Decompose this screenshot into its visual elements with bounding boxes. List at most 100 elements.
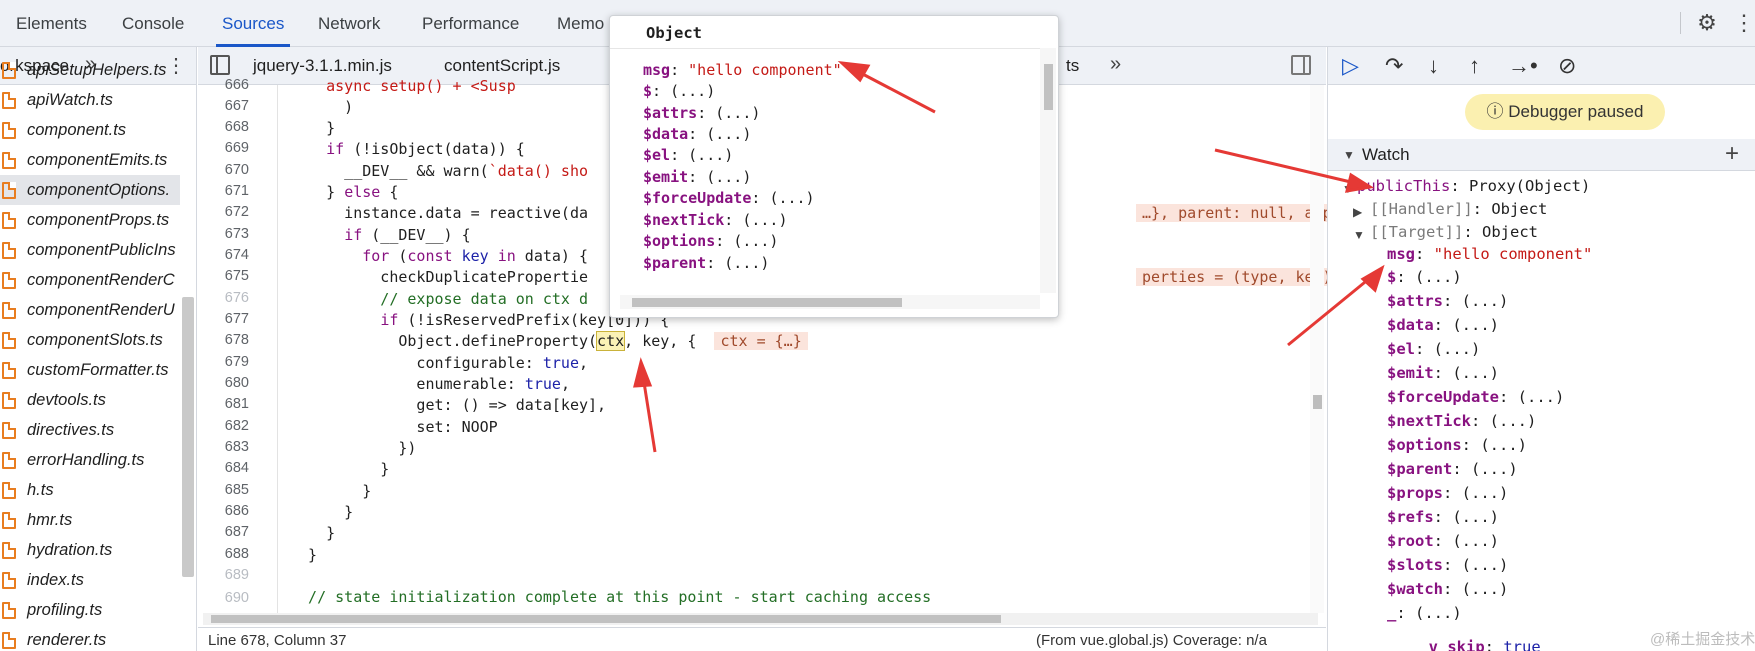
line-number[interactable]: 683 [189,439,249,455]
gear-icon[interactable]: ⚙ [1695,11,1719,35]
editor-vertical-scrollbar[interactable] [1310,85,1324,613]
line-number[interactable]: 671 [189,183,249,199]
watch-property[interactable]: $options: (...) [1387,436,1527,454]
property-row[interactable]: msg: "hello component" [643,61,842,79]
file-item[interactable]: componentProps.ts [0,205,180,235]
watch-property[interactable]: $slots: (...) [1387,556,1508,574]
scroll-thumb[interactable] [1044,64,1053,110]
watch-property[interactable]: $: (...) [1387,268,1462,286]
line-number[interactable]: 674 [189,247,249,263]
cursor-position[interactable]: Line 678, Column 37 [208,632,346,649]
tab-console[interactable]: Console [122,0,184,47]
watch-property[interactable]: $emit: (...) [1387,364,1499,382]
property-row[interactable]: $: (...) [643,82,715,100]
file-item[interactable]: componentRenderC [0,265,180,295]
tab-network[interactable]: Network [318,0,380,47]
scroll-thumb[interactable] [1313,395,1322,409]
line-number[interactable]: 669 [189,140,249,156]
property-row[interactable]: $nextTick: (...) [643,211,788,229]
line-number[interactable]: 685 [189,482,249,498]
line-number[interactable]: 679 [189,354,249,370]
add-expression-icon[interactable]: + [1725,138,1739,170]
line-number[interactable]: 667 [189,98,249,114]
line-number[interactable]: 690 [189,590,249,606]
property-row[interactable]: $forceUpdate: (...) [643,189,815,207]
more-options-icon[interactable]: ⋮ [1733,11,1755,35]
line-number[interactable]: 682 [189,418,249,434]
file-item[interactable]: directives.ts [0,415,180,445]
watch-property[interactable]: $data: (...) [1387,316,1499,334]
editor-horizontal-scrollbar[interactable] [203,613,1318,625]
property-row[interactable]: $options: (...) [643,232,778,250]
watch-property[interactable]: $attrs: (...) [1387,292,1508,310]
watch-property[interactable]: _: (...) [1387,604,1462,622]
expand-triangle-icon[interactable]: ▼ [1353,228,1365,242]
file-item[interactable]: devtools.ts [0,385,180,415]
property-row[interactable]: $data: (...) [643,125,751,143]
deactivate-breakpoints-icon[interactable]: ⊘ [1558,53,1576,79]
watch-property[interactable]: $root: (...) [1387,532,1499,550]
property-row[interactable]: $el: (...) [643,146,733,164]
hovered-token-ctx[interactable]: ctx [596,331,626,351]
file-item[interactable]: apiSetupHelpers.ts [0,55,180,85]
file-item[interactable]: componentSlots.ts [0,325,180,355]
scroll-thumb[interactable] [211,615,1001,623]
file-item[interactable]: customFormatter.ts [0,355,180,385]
line-number[interactable]: 676 [189,290,249,306]
watch-property[interactable]: $parent: (...) [1387,460,1518,478]
expand-triangle-icon[interactable]: ▼ [1342,182,1354,196]
resume-icon[interactable]: ▷ [1342,53,1359,79]
file-item[interactable]: profiling.ts [0,595,180,625]
file-item[interactable]: h.ts [0,475,180,505]
watch-property[interactable]: msg: "hello component" [1387,245,1592,263]
watch-property[interactable]: $el: (...) [1387,340,1480,358]
watch-property[interactable]: $refs: (...) [1387,508,1499,526]
line-number[interactable]: 675 [189,268,249,284]
file-item[interactable]: hmr.ts [0,505,180,535]
line-number[interactable]: 686 [189,503,249,519]
editor-tab[interactable]: contentScript.js [444,56,560,76]
file-item-selected[interactable]: componentOptions. [0,175,180,205]
line-number[interactable]: 672 [189,204,249,220]
tab-memory[interactable]: Memo [557,0,604,47]
watch-section-header[interactable]: ▼ Watch + [1328,139,1755,171]
popover-vertical-scrollbar[interactable] [1040,48,1056,293]
line-number[interactable]: 681 [189,396,249,412]
tab-elements[interactable]: Elements [16,0,87,47]
line-number[interactable]: 687 [189,524,249,540]
step-over-icon[interactable]: ↷ [1385,53,1403,79]
toggle-navigator-icon[interactable] [210,55,230,75]
file-item[interactable]: hydration.ts [0,535,180,565]
watch-property[interactable]: __v_skip: true [1410,638,1541,651]
watch-property[interactable]: $nextTick: (...) [1387,412,1536,430]
file-item[interactable]: apiWatch.ts [0,85,180,115]
line-number[interactable]: 677 [189,311,249,327]
file-item[interactable]: index.ts [0,565,180,595]
collapse-triangle-icon[interactable]: ▼ [1343,139,1355,171]
file-item[interactable]: componentEmits.ts [0,145,180,175]
property-row[interactable]: $attrs: (...) [643,104,760,122]
editor-tab[interactable]: ts [1066,56,1079,76]
tab-sources[interactable]: Sources [215,0,291,47]
expand-triangle-icon[interactable]: ▶ [1353,205,1362,219]
watch-expression[interactable]: publicThis: Proxy(Object) [1357,177,1590,195]
tab-performance[interactable]: Performance [422,0,519,47]
line-number[interactable]: 670 [189,162,249,178]
watch-node[interactable]: [[Target]]: Object [1370,223,1538,241]
chevron-double-right-icon[interactable]: » [1110,53,1121,76]
file-item[interactable]: component.ts [0,115,180,145]
editor-tab[interactable]: jquery-3.1.1.min.js [253,56,392,76]
line-number[interactable]: 678 [189,332,249,348]
file-item[interactable]: errorHandling.ts [0,445,180,475]
step-out-icon[interactable]: ↑ [1469,53,1480,79]
line-number[interactable]: 689 [189,567,249,583]
step-into-icon[interactable]: ↓ [1428,53,1439,79]
step-icon[interactable]: →• [1508,53,1538,79]
line-number[interactable]: 684 [189,460,249,476]
watch-property[interactable]: $forceUpdate: (...) [1387,388,1564,406]
file-item[interactable]: componentPublicIns [0,235,180,265]
line-number[interactable]: 666 [189,77,249,93]
watch-node[interactable]: [[Handler]]: Object [1370,200,1547,218]
line-number[interactable]: 688 [189,546,249,562]
scroll-thumb[interactable] [632,298,902,307]
